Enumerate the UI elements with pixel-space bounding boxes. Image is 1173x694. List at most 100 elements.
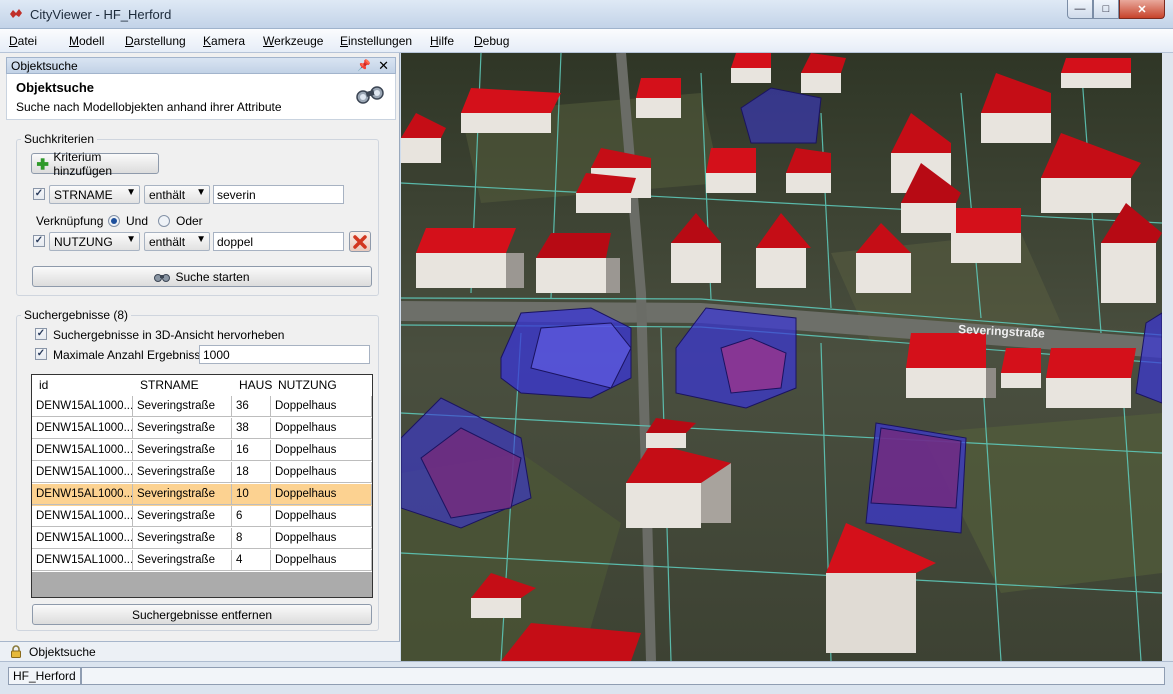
table-cell-strname: Severingstraße <box>133 506 232 527</box>
table-cell-strname: Severingstraße <box>133 440 232 461</box>
plus-icon <box>36 157 49 170</box>
menu-debug[interactable]: Debug <box>474 34 509 48</box>
criterion-1-checkbox[interactable]: ✓ <box>33 188 45 200</box>
add-criterion-label: Kriterium hinzufügen <box>53 149 113 178</box>
table-cell-nutzung: Doppelhaus <box>271 484 372 505</box>
table-cell-strname: Severingstraße <box>133 462 232 483</box>
table-cell-id: DENW15AL1000... <box>32 462 133 483</box>
minimize-button[interactable]: — <box>1067 0 1093 19</box>
menu-darstellung[interactable]: Darstellung <box>125 34 186 48</box>
window-title: CityViewer - HF_Herford <box>30 7 172 22</box>
table-cell-haus: 16 <box>232 440 271 461</box>
criterion-2-value-input[interactable]: doppel <box>213 232 344 251</box>
results-table: id STRNAME HAUS NUTZUNG DENW15AL1000... S… <box>31 374 373 598</box>
clear-results-button[interactable]: Suchergebnisse entfernen <box>32 604 372 625</box>
link-and-radio[interactable] <box>108 215 120 227</box>
max-results-value: 1000 <box>203 348 230 362</box>
menu-datei[interactable]: Datei <box>9 34 37 48</box>
criterion-2-value-text: doppel <box>217 235 254 249</box>
table-row[interactable]: DENW15AL1000... Severingstraße 18 Doppelhau… <box>32 462 372 484</box>
link-or-radio[interactable] <box>158 215 170 227</box>
table-row[interactable]: DENW15AL1000... Severingstraße 8 Doppelhaus <box>32 528 372 550</box>
table-header: id STRNAME HAUS NUTZUNG <box>32 375 372 397</box>
title-bar: CityViewer - HF_Herford — □ ✕ <box>0 0 1173 29</box>
pin-icon[interactable]: 📌 <box>357 59 371 72</box>
panel-subtitle: Suche nach Modellobjekten anhand ihrer A… <box>16 100 282 114</box>
max-results-checkbox[interactable]: ✓ <box>35 348 47 360</box>
table-cell-haus: 8 <box>232 528 271 549</box>
column-header-nutzung[interactable]: NUTZUNG <box>278 378 337 392</box>
table-cell-nutzung: Doppelhaus <box>271 506 372 527</box>
criterion-1-value-text: severin <box>217 188 256 202</box>
view-scrollbar[interactable] <box>1162 53 1173 661</box>
app-icon <box>10 9 22 18</box>
add-criterion-button[interactable]: Kriterium hinzufügen <box>31 150 159 178</box>
table-row[interactable]: DENW15AL1000... Severingstraße 38 Doppelhau… <box>32 418 372 440</box>
menu-hilfe[interactable]: Hilfe <box>430 34 454 48</box>
table-cell-strname: Severingstraße <box>133 484 232 505</box>
search-panel: Objektsuche 📌 ✕ Objektsuche Suche nach M… <box>0 53 400 661</box>
max-results-input[interactable]: 1000 <box>199 345 370 364</box>
highlight-results-checkbox[interactable]: ✓ <box>35 328 47 340</box>
column-header-strname[interactable]: STRNAME <box>140 378 199 392</box>
menu-werkzeuge[interactable]: Werkzeuge <box>263 34 323 48</box>
table-cell-nutzung: Doppelhaus <box>271 462 372 483</box>
panel-header-title: Objektsuche <box>11 59 78 73</box>
chevron-down-icon: ▼ <box>196 187 206 198</box>
table-cell-id: DENW15AL1000... <box>32 418 133 439</box>
delete-icon <box>353 234 367 249</box>
panel-title: Objektsuche <box>16 80 95 95</box>
criterion-1-operator-select[interactable]: enthält ▼ <box>144 185 210 204</box>
table-cell-nutzung: Doppelhaus <box>271 440 372 461</box>
criterion-1-value-input[interactable]: severin <box>213 185 344 204</box>
criterion-1-field-select[interactable]: STRNAME ▼ <box>49 185 140 204</box>
menu-kamera[interactable]: Kamera <box>203 34 245 48</box>
table-cell-strname: Severingstraße <box>133 418 232 439</box>
status-message <box>81 667 1165 685</box>
table-cell-haus: 10 <box>232 484 271 505</box>
clear-results-label: Suchergebnisse entfernen <box>131 607 273 622</box>
menu-modell[interactable]: Modell <box>69 34 104 48</box>
criterion-2-operator-select[interactable]: enthält ▼ <box>144 232 210 251</box>
binoculars-icon <box>154 273 171 282</box>
start-search-label: Suche starten <box>175 269 250 284</box>
close-button[interactable]: ✕ <box>1119 0 1165 19</box>
criterion-2-field-select[interactable]: NUTZUNG ▼ <box>49 232 140 251</box>
criterion-2-field-value: NUTZUNG <box>54 235 113 249</box>
table-cell-id: DENW15AL1000... <box>32 440 133 461</box>
menu-einstellungen[interactable]: Einstellungen <box>340 34 412 48</box>
table-row[interactable]: DENW15AL1000... Severingstraße 6 Doppelhaus <box>32 506 372 528</box>
remove-criterion-button[interactable] <box>349 231 371 252</box>
maximize-button[interactable]: □ <box>1093 0 1119 19</box>
table-row[interactable]: DENW15AL1000... Severingstraße 10 Doppelhau… <box>32 484 372 506</box>
chevron-down-icon: ▼ <box>196 234 206 245</box>
link-and-label: Und <box>126 214 149 228</box>
start-search-button[interactable]: Suche starten <box>32 266 372 287</box>
city-scene: Severingstraße <box>401 53 1162 661</box>
chevron-down-icon: ▼ <box>126 187 136 198</box>
table-cell-haus: 36 <box>232 396 271 417</box>
status-bar: HF_Herford <box>0 661 1173 694</box>
table-cell-id: DENW15AL1000... <box>32 484 133 505</box>
table-row[interactable]: DENW15AL1000... Severingstraße 36 Doppelhau… <box>32 396 372 418</box>
chevron-down-icon: ▼ <box>126 234 136 245</box>
table-cell-nutzung: Doppelhaus <box>271 418 372 439</box>
link-label: Verknüpfung <box>36 214 104 228</box>
criterion-2-checkbox[interactable]: ✓ <box>33 235 45 247</box>
table-cell-strname: Severingstraße <box>133 396 232 417</box>
dock-tab-label: Objektsuche <box>29 645 96 659</box>
panel-header: Objektsuche 📌 ✕ <box>6 57 396 74</box>
highlight-results-label: Suchergebnisse in 3D-Ansicht hervorheben <box>53 328 285 342</box>
binoculars-icon <box>356 86 384 104</box>
criteria-legend: Suchkriterien <box>21 132 98 146</box>
column-header-haus[interactable]: HAUS <box>239 378 272 392</box>
criterion-1-field-value: STRNAME <box>54 188 113 202</box>
3d-view[interactable]: Severingstraße <box>401 53 1162 661</box>
panel-info: Objektsuche Suche nach Modellobjekten an… <box>6 74 396 120</box>
column-header-id[interactable]: id <box>39 378 48 392</box>
table-row[interactable]: DENW15AL1000... Severingstraße 16 Doppelhau… <box>32 440 372 462</box>
table-row[interactable]: DENW15AL1000... Severingstraße 4 Doppelhaus <box>32 550 372 572</box>
panel-close-icon[interactable]: ✕ <box>378 58 389 74</box>
table-cell-haus: 6 <box>232 506 271 527</box>
dock-tab-objektsuche[interactable]: Objektsuche <box>0 641 400 661</box>
